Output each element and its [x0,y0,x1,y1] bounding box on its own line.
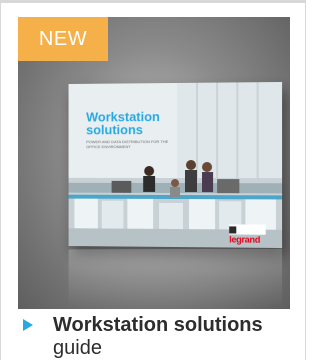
new-badge: NEW [18,17,108,61]
play-triangle-icon [23,319,33,331]
logo-mark-icon [229,226,236,233]
product-image[interactable]: Workstation solutions Power and data dis… [18,17,290,309]
product-card[interactable]: Workstation solutions Power and data dis… [0,0,306,360]
brochure-subtitle: Power and data distribution for the offi… [86,139,175,149]
caption-title[interactable]: Workstation solutions [53,314,263,336]
caption-subtitle[interactable]: guide [53,337,102,359]
brand-logo: legrand [229,224,266,234]
cover-reflection [69,249,283,308]
brochure-title: Workstation solutions [86,110,195,136]
brochure-cover: Workstation solutions Power and data dis… [69,82,283,248]
office-photo [69,82,283,248]
brand-name: legrand [229,234,260,244]
